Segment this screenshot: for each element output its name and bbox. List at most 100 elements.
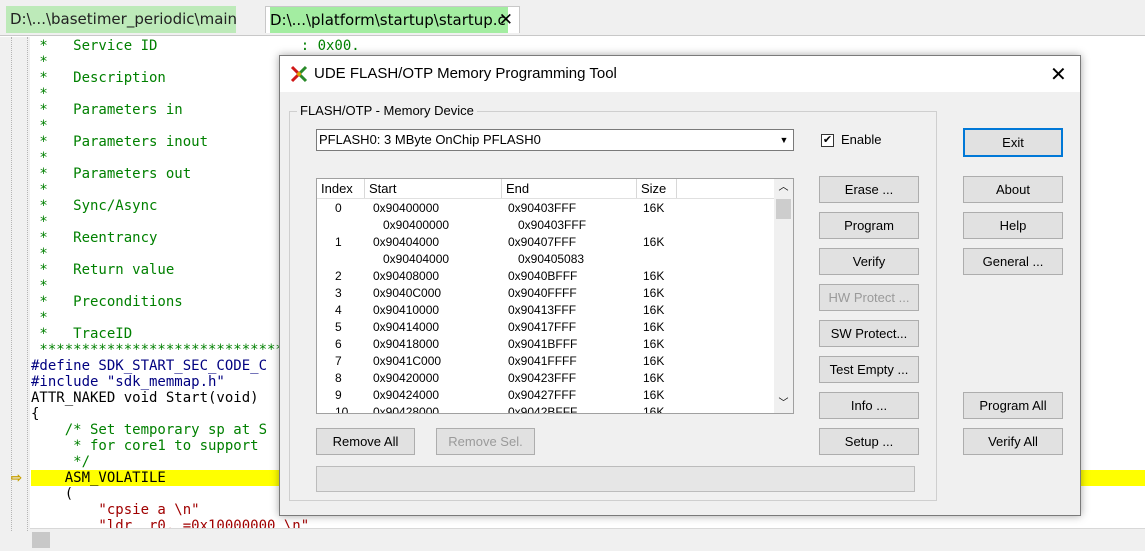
cell-end: 0x9040FFFF (508, 286, 577, 300)
table-row[interactable]: 8 0x90420000 0x90423FFF 16K (317, 370, 775, 387)
cell-start: 0x90404000 (373, 252, 450, 266)
cell-index: 6 (335, 337, 342, 351)
device-select-value: PFLASH0: 3 MByte OnChip PFLASH0 (319, 132, 541, 147)
progress-bar (316, 466, 915, 492)
cell-size: 16K (643, 388, 665, 402)
enable-label: Enable (841, 132, 882, 147)
sector-table[interactable]: Index Start End Size 0 0x90400000 0x90403F… (316, 178, 794, 414)
cell-start: 0x90404000 (373, 235, 440, 249)
cell-start: 0x90420000 (373, 371, 440, 385)
cell-end: 0x9040BFFF (508, 269, 578, 283)
column-header-end[interactable]: End (502, 179, 637, 198)
cell-start: 0x9041C000 (373, 354, 442, 368)
cell-end: 0x9041BFFF (508, 337, 578, 351)
program-button[interactable]: Program (819, 212, 919, 239)
cell-index: 9 (335, 388, 342, 402)
cell-start: 0x90410000 (373, 303, 440, 317)
cell-index: 4 (335, 303, 342, 317)
table-row[interactable]: 3 0x9040C000 0x9040FFFF 16K (317, 285, 775, 302)
about-button[interactable]: About (963, 176, 1063, 203)
flash-programming-dialog: UDE FLASH/OTP Memory Programming Tool ✕ … (279, 55, 1081, 516)
column-header-start[interactable]: Start (365, 179, 502, 198)
cell-index: 0 (335, 201, 342, 215)
cell-size: 16K (643, 405, 665, 413)
cell-end: 0x90403FFF (508, 218, 587, 232)
cell-size: 16K (643, 286, 665, 300)
cell-end: 0x90423FFF (508, 371, 577, 385)
cell-end: 0x90417FFF (508, 320, 577, 334)
cell-start: 0x90414000 (373, 320, 440, 334)
table-row[interactable]: 6 0x90418000 0x9041BFFF 16K (317, 336, 775, 353)
cell-index: 7 (335, 354, 342, 368)
verify-button[interactable]: Verify (819, 248, 919, 275)
cell-index: 2 (335, 269, 342, 283)
help-button[interactable]: Help (963, 212, 1063, 239)
dialog-titlebar[interactable]: UDE FLASH/OTP Memory Programming Tool ✕ (280, 56, 1080, 92)
erase-button[interactable]: Erase ... (819, 176, 919, 203)
vertical-scrollbar[interactable]: ︿ ﹀ (774, 179, 793, 413)
table-row[interactable]: 0x90404000 0x90405083 (317, 251, 775, 268)
remove-sel-button[interactable]: Remove Sel. (436, 428, 535, 455)
chevron-down-icon[interactable]: ▼ (775, 130, 793, 150)
tab-main-c[interactable]: D:\...\basetimer_periodic\main.c (6, 6, 236, 33)
enable-checkbox[interactable]: ✔ (821, 134, 834, 147)
exit-button[interactable]: Exit (963, 128, 1063, 157)
code-line[interactable]: "ldr r0, =0x10000000 \n" (31, 518, 1145, 528)
code-line[interactable]: * Service ID : 0x00. (31, 38, 1145, 54)
table-row[interactable]: 2 0x90408000 0x9040BFFF 16K (317, 268, 775, 285)
device-select[interactable]: PFLASH0: 3 MByte OnChip PFLASH0 ▼ (316, 129, 794, 151)
table-row[interactable]: 1 0x90404000 0x90407FFF 16K (317, 234, 775, 251)
cell-size: 16K (643, 320, 665, 334)
close-icon[interactable]: ✕ (499, 7, 513, 33)
cell-size: 16K (643, 269, 665, 283)
remove-all-button[interactable]: Remove All (316, 428, 415, 455)
table-row[interactable]: 7 0x9041C000 0x9041FFFF 16K (317, 353, 775, 370)
execution-pointer-icon: ⇨ (11, 470, 22, 485)
cell-index: 3 (335, 286, 342, 300)
cell-end: 0x90407FFF (508, 235, 577, 249)
test-empty-button[interactable]: Test Empty ... (819, 356, 919, 383)
info-button[interactable]: Info ... (819, 392, 919, 419)
cell-index: 1 (335, 235, 342, 249)
table-row[interactable]: 0x90400000 0x90403FFF (317, 217, 775, 234)
sw-protect-button[interactable]: SW Protect... (819, 320, 919, 347)
cell-index: 5 (335, 320, 342, 334)
chevron-down-icon[interactable]: ﹀ (774, 395, 793, 413)
horizontal-scrollbar[interactable] (30, 528, 1145, 551)
table-row[interactable]: 4 0x90410000 0x90413FFF 16K (317, 302, 775, 319)
cell-start: 0x90424000 (373, 388, 440, 402)
cell-size: 16K (643, 201, 665, 215)
cell-start: 0x90400000 (373, 218, 450, 232)
table-header: Index Start End Size (317, 179, 775, 199)
editor-tab-bar: D:\...\basetimer_periodic\main.c D:\...\… (0, 0, 1145, 36)
table-row[interactable]: 5 0x90414000 0x90417FFF 16K (317, 319, 775, 336)
chevron-up-icon[interactable]: ︿ (774, 179, 793, 197)
cell-start: 0x90418000 (373, 337, 440, 351)
tab-startup-c[interactable]: D:\...\platform\startup\startup.c ✕ (265, 6, 520, 33)
cell-end: 0x90403FFF (508, 201, 577, 215)
scrollbar-thumb[interactable] (32, 532, 50, 548)
cell-end: 0x9041FFFF (508, 354, 577, 368)
scrollbar-thumb[interactable] (776, 199, 791, 219)
verify-all-button[interactable]: Verify All (963, 428, 1063, 455)
hw-protect-button[interactable]: HW Protect ... (819, 284, 919, 311)
column-header-size[interactable]: Size (637, 179, 677, 198)
general-button[interactable]: General ... (963, 248, 1063, 275)
table-row[interactable]: 0 0x90400000 0x90403FFF 16K (317, 200, 775, 217)
gutter-divider (11, 37, 12, 531)
gutter-divider (27, 37, 28, 531)
table-row[interactable]: 9 0x90424000 0x90427FFF 16K (317, 387, 775, 404)
ude-logo-icon (290, 65, 308, 83)
cell-end: 0x9042BFFF (508, 405, 578, 413)
cell-start: 0x90428000 (373, 405, 440, 413)
table-row[interactable]: 10 0x90428000 0x9042BFFF 16K (317, 404, 775, 413)
setup-button[interactable]: Setup ... (819, 428, 919, 455)
cell-end: 0x90405083 (508, 252, 585, 266)
tab-label: D:\...\platform\startup\startup.c (270, 7, 508, 33)
column-header-index[interactable]: Index (317, 179, 365, 198)
close-icon[interactable]: ✕ (1050, 62, 1067, 86)
cell-size: 16K (643, 354, 665, 368)
cell-end: 0x90413FFF (508, 303, 577, 317)
program-all-button[interactable]: Program All (963, 392, 1063, 419)
table-body: 0 0x90400000 0x90403FFF 16K 0x90400000 0x90… (317, 200, 775, 413)
